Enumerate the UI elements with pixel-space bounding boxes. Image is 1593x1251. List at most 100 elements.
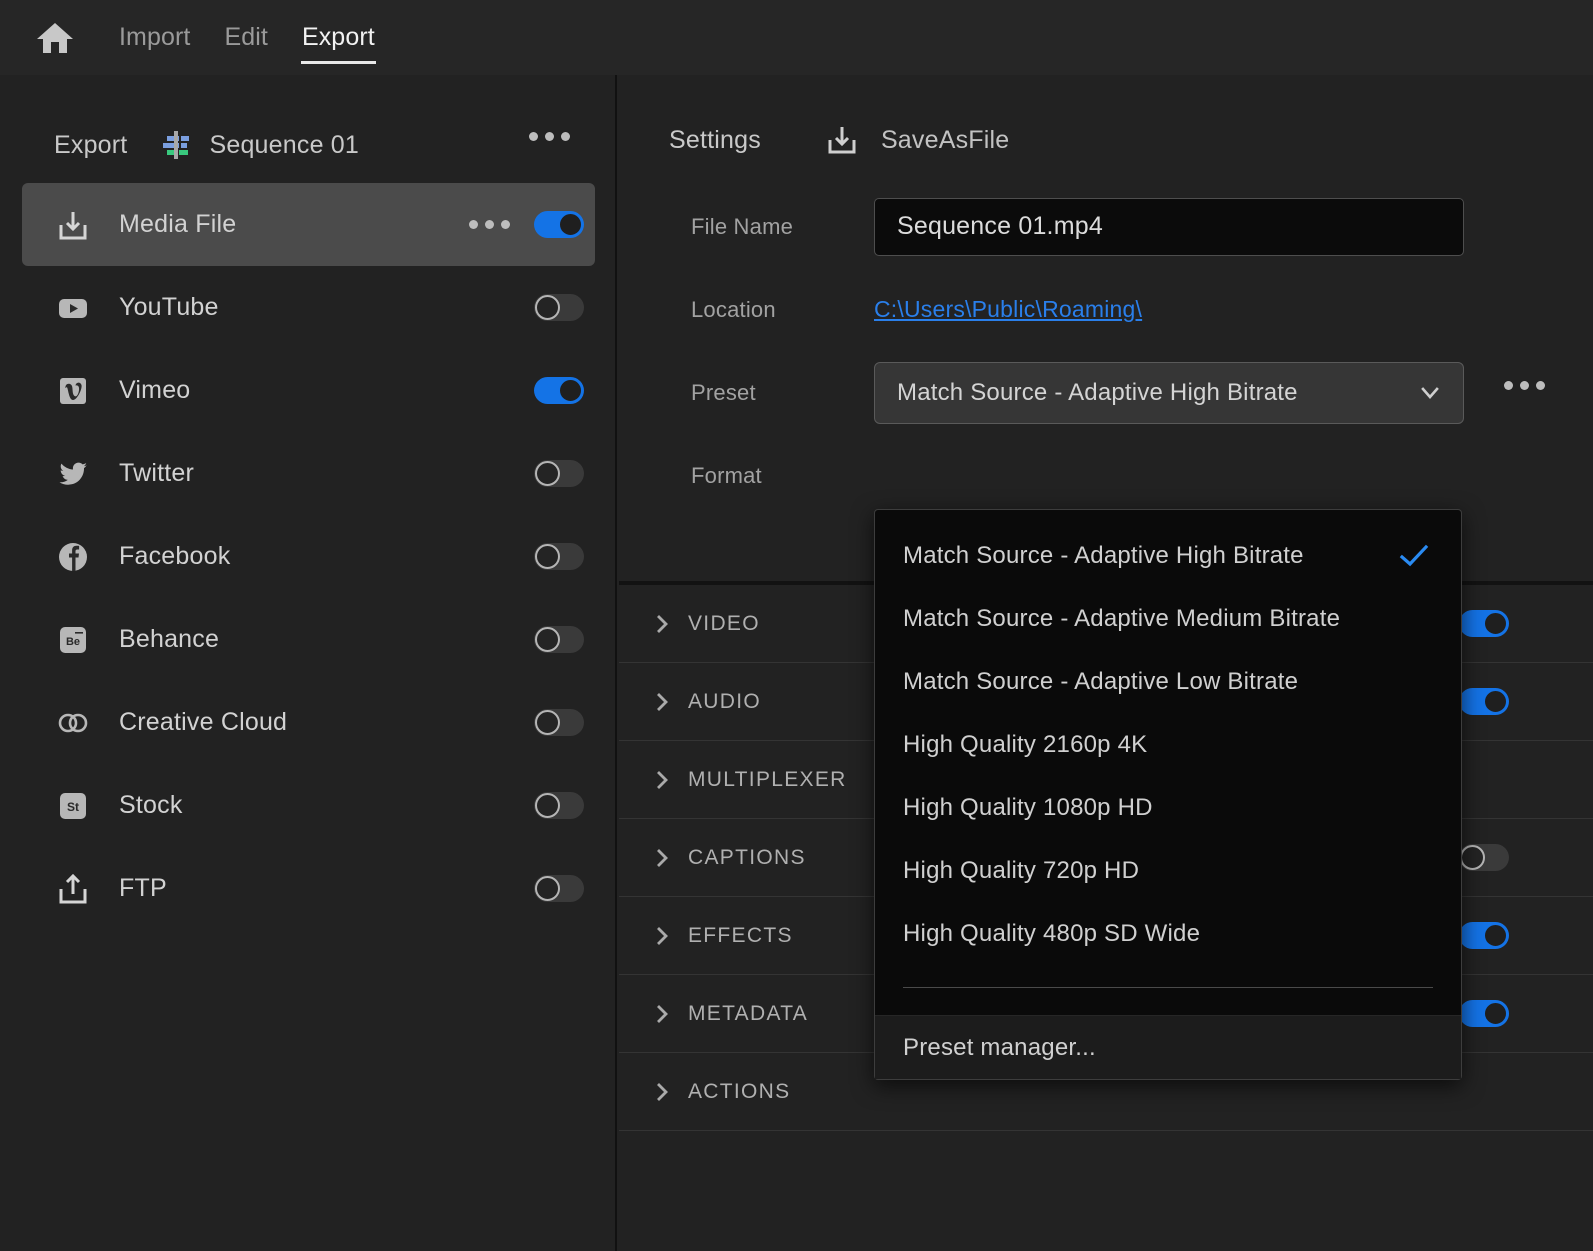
file-name-input[interactable] bbox=[874, 198, 1464, 256]
twitter-icon bbox=[55, 456, 91, 492]
destination-label: YouTube bbox=[119, 293, 219, 322]
destination-label: FTP bbox=[119, 874, 167, 903]
tab-export[interactable]: Export bbox=[285, 0, 392, 75]
destination-item-behance[interactable]: Be Behance bbox=[22, 598, 595, 681]
destination-label: Creative Cloud bbox=[119, 708, 287, 737]
destination-label: Facebook bbox=[119, 542, 230, 571]
settings-header: Settings SaveAsFile bbox=[619, 109, 1009, 171]
destination-toggle-media-file[interactable] bbox=[534, 211, 584, 238]
destination-item-facebook[interactable]: Facebook bbox=[22, 515, 595, 598]
adobe-stock-icon: St bbox=[55, 788, 91, 824]
preset-option-label: High Quality 1080p HD bbox=[903, 794, 1153, 822]
preset-manager-label: Preset manager... bbox=[903, 1034, 1096, 1062]
preset-option-high-quality-2160p[interactable]: High Quality 2160p 4K bbox=[875, 713, 1461, 776]
tab-import[interactable]: Import bbox=[102, 0, 207, 75]
chevron-right-icon bbox=[653, 848, 673, 868]
destination-toggle-youtube[interactable] bbox=[534, 294, 584, 321]
home-icon bbox=[35, 20, 75, 56]
section-label: EFFECTS bbox=[688, 924, 793, 948]
svg-text:Be: Be bbox=[66, 636, 80, 648]
section-label: VIDEO bbox=[688, 612, 760, 636]
tab-edit[interactable]: Edit bbox=[207, 0, 284, 75]
facebook-icon bbox=[55, 539, 91, 575]
section-label: CAPTIONS bbox=[688, 846, 806, 870]
section-label: ACTIONS bbox=[688, 1080, 790, 1104]
chevron-right-icon bbox=[653, 770, 673, 790]
chevron-right-icon bbox=[653, 1082, 673, 1102]
destination-toggle-facebook[interactable] bbox=[534, 543, 584, 570]
export-settings-panel: Settings SaveAsFile File Name Location C… bbox=[619, 75, 1593, 1251]
preset-option-label: High Quality 480p SD Wide bbox=[903, 920, 1200, 948]
svg-text:St: St bbox=[67, 800, 79, 814]
preset-row: Preset Match Source - Adaptive High Bitr… bbox=[619, 351, 1593, 434]
section-toggle-effects[interactable] bbox=[1459, 922, 1509, 949]
location-row: Location C:\Users\Public\Roaming\ bbox=[619, 268, 1593, 351]
dropdown-divider bbox=[903, 987, 1433, 988]
preset-label: Preset bbox=[691, 380, 756, 406]
save-to-file-icon bbox=[825, 123, 859, 157]
more-options-icon[interactable] bbox=[529, 132, 570, 141]
checkmark-icon bbox=[1399, 544, 1429, 568]
preset-option-match-source-high[interactable]: Match Source - Adaptive High Bitrate bbox=[875, 524, 1461, 587]
chevron-right-icon bbox=[653, 926, 673, 946]
file-name-row: File Name bbox=[619, 185, 1593, 268]
destination-item-twitter[interactable]: Twitter bbox=[22, 432, 595, 515]
export-panel-header: Export Sequence 01 bbox=[0, 115, 617, 175]
format-row: Format bbox=[619, 434, 1593, 517]
destination-list: Media File YouTube bbox=[0, 183, 617, 930]
destination-toggle-vimeo[interactable] bbox=[534, 377, 584, 404]
destination-item-media-file[interactable]: Media File bbox=[22, 183, 595, 266]
page-title: Export bbox=[54, 131, 127, 160]
destination-label: Stock bbox=[119, 791, 183, 820]
preset-more-options-icon[interactable] bbox=[1504, 381, 1545, 390]
section-toggle-captions[interactable] bbox=[1459, 844, 1509, 871]
destination-label: Vimeo bbox=[119, 376, 190, 405]
section-toggle-audio[interactable] bbox=[1459, 688, 1509, 715]
destination-item-creative-cloud[interactable]: Creative Cloud bbox=[22, 681, 595, 764]
settings-title: Settings bbox=[669, 126, 761, 155]
section-toggle-video[interactable] bbox=[1459, 610, 1509, 637]
preset-manager-menu-item[interactable]: Preset manager... bbox=[875, 1015, 1461, 1079]
preset-option-match-source-medium[interactable]: Match Source - Adaptive Medium Bitrate bbox=[875, 587, 1461, 650]
destination-label: Behance bbox=[119, 625, 219, 654]
destination-item-vimeo[interactable]: Vimeo bbox=[22, 349, 595, 432]
home-button[interactable] bbox=[30, 13, 80, 63]
preset-option-match-source-low[interactable]: Match Source - Adaptive Low Bitrate bbox=[875, 650, 1461, 713]
top-navigation-bar: Import Edit Export bbox=[0, 0, 1593, 75]
preset-dropdown-menu: Match Source - Adaptive High Bitrate Mat… bbox=[874, 509, 1462, 1080]
behance-icon: Be bbox=[55, 622, 91, 658]
location-link[interactable]: C:\Users\Public\Roaming\ bbox=[874, 296, 1142, 322]
vimeo-icon bbox=[55, 373, 91, 409]
chevron-right-icon bbox=[653, 1004, 673, 1024]
preset-option-label: Match Source - Adaptive Low Bitrate bbox=[903, 668, 1298, 696]
chevron-right-icon bbox=[653, 692, 673, 712]
preset-option-label: High Quality 2160p 4K bbox=[903, 731, 1147, 759]
destination-item-ftp[interactable]: FTP bbox=[22, 847, 595, 930]
preset-selected-value: Match Source - Adaptive High Bitrate bbox=[897, 379, 1298, 407]
section-label: AUDIO bbox=[688, 690, 761, 714]
chevron-down-icon bbox=[1419, 382, 1441, 404]
youtube-icon bbox=[55, 290, 91, 326]
section-toggle-metadata[interactable] bbox=[1459, 1000, 1509, 1027]
destination-toggle-stock[interactable] bbox=[534, 792, 584, 819]
preset-option-label: Match Source - Adaptive High Bitrate bbox=[903, 542, 1304, 570]
section-label: MULTIPLEXER bbox=[688, 768, 847, 792]
sequence-name: Sequence 01 bbox=[209, 131, 359, 160]
preset-option-high-quality-480p[interactable]: High Quality 480p SD Wide bbox=[875, 902, 1461, 965]
destination-toggle-twitter[interactable] bbox=[534, 460, 584, 487]
preset-dropdown-button[interactable]: Match Source - Adaptive High Bitrate bbox=[874, 362, 1464, 424]
destination-item-youtube[interactable]: YouTube bbox=[22, 266, 595, 349]
preset-option-high-quality-720p[interactable]: High Quality 720p HD bbox=[875, 839, 1461, 902]
chevron-right-icon bbox=[653, 614, 673, 634]
destination-more-icon[interactable] bbox=[469, 220, 510, 229]
destination-toggle-ftp[interactable] bbox=[534, 875, 584, 902]
destination-item-stock[interactable]: St Stock bbox=[22, 764, 595, 847]
destination-toggle-creative-cloud[interactable] bbox=[534, 709, 584, 736]
destination-toggle-behance[interactable] bbox=[534, 626, 584, 653]
format-label: Format bbox=[691, 463, 762, 489]
file-name-label: File Name bbox=[691, 214, 793, 240]
save-to-file-icon bbox=[55, 207, 91, 243]
destination-label: Twitter bbox=[119, 459, 194, 488]
destination-label: Media File bbox=[119, 210, 236, 239]
preset-option-high-quality-1080p[interactable]: High Quality 1080p HD bbox=[875, 776, 1461, 839]
